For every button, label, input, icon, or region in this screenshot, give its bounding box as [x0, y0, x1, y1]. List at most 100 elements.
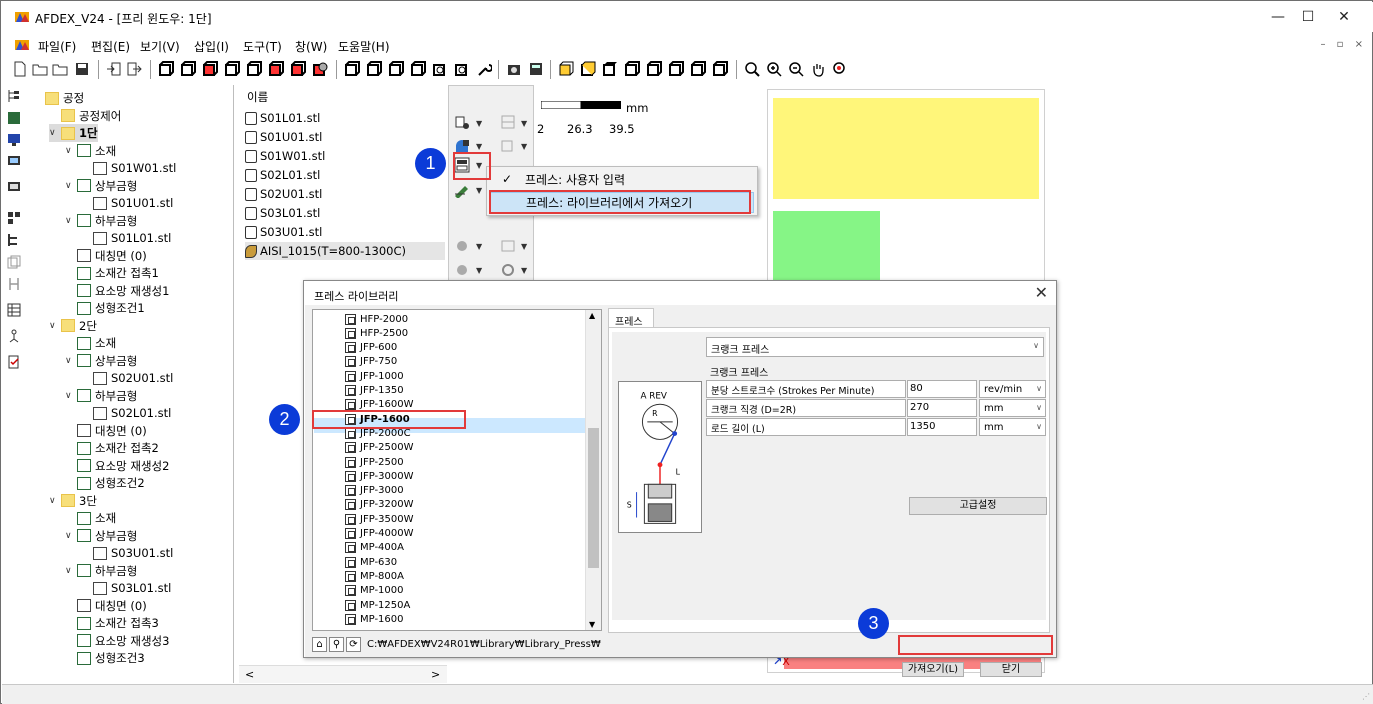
cube-view-icon[interactable]: [268, 61, 284, 77]
cube-view-icon[interactable]: [290, 61, 306, 77]
tree-item[interactable]: S02L01.stl: [81, 404, 171, 422]
tree-item[interactable]: 대칭면 (0): [65, 422, 147, 440]
press-library-item[interactable]: MP-400A: [345, 541, 404, 555]
cube-view-icon[interactable]: [366, 61, 382, 77]
tree-item[interactable]: 공정제어: [49, 107, 121, 125]
press-library-item[interactable]: JFP-4000W: [345, 527, 413, 541]
scroll-left-button[interactable]: <: [245, 668, 254, 681]
cube-view-icon[interactable]: [388, 61, 404, 77]
tree-item[interactable]: S01W01.stl: [81, 159, 176, 177]
file-list-item[interactable]: AISI_1015(T=800-1300C): [245, 242, 445, 260]
press-library-item[interactable]: JFP-3200W: [345, 498, 413, 512]
upper-die-shape[interactable]: [773, 98, 1039, 199]
dropdown-arrow-icon[interactable]: ▼: [521, 266, 527, 275]
gear-tool-icon[interactable]: [453, 238, 471, 254]
menu-edit[interactable]: 편집(E): [91, 38, 130, 55]
tree-item[interactable]: ∨ 상부금형: [65, 177, 137, 195]
resize-grip-icon[interactable]: ⋰: [1362, 692, 1370, 701]
check-doc-icon[interactable]: [7, 355, 21, 369]
tree-item[interactable]: ∨ 상부금형: [65, 527, 137, 545]
file-list-item[interactable]: S02U01.stl: [245, 185, 322, 203]
tree-item[interactable]: S02U01.stl: [81, 369, 173, 387]
dropdown-arrow-icon[interactable]: ▼: [521, 242, 527, 251]
copy-tool-icon[interactable]: [499, 138, 517, 154]
open-file-icon[interactable]: [32, 61, 48, 77]
import-icon[interactable]: [106, 61, 122, 77]
strokes-unit-select[interactable]: rev/min ∨: [979, 380, 1046, 398]
tab-press[interactable]: 프레스: [608, 308, 654, 328]
press-library-item[interactable]: MP-1000: [345, 584, 404, 598]
chevron-down-icon[interactable]: ∨: [65, 181, 77, 191]
cube-view-icon[interactable]: [202, 61, 218, 77]
rotate-view-icon[interactable]: [454, 61, 470, 77]
strokes-per-minute-input[interactable]: 80: [907, 380, 977, 398]
rod-length-unit-select[interactable]: mm ∨: [979, 418, 1046, 436]
zoom-fit-icon[interactable]: [744, 61, 760, 77]
figure-tool-icon[interactable]: [7, 329, 21, 343]
menu-item-press-user-input[interactable]: ✓ 프레스: 사용자 입력: [490, 169, 754, 190]
chevron-down-icon[interactable]: ∨: [49, 321, 61, 331]
chevron-down-icon[interactable]: ∨: [49, 496, 61, 506]
cube-view-icon[interactable]: [344, 61, 360, 77]
material-tool-icon[interactable]: [7, 111, 21, 125]
menu-insert[interactable]: 삽입(I): [194, 38, 229, 55]
tree-item[interactable]: S01U01.stl: [81, 194, 173, 212]
menu-file[interactable]: 파일(F): [38, 38, 76, 55]
press-library-item[interactable]: MP-800A: [345, 569, 404, 583]
rotate-view-icon[interactable]: [432, 61, 448, 77]
crank-diameter-input[interactable]: 270: [907, 399, 977, 417]
front-view-icon[interactable]: [558, 61, 574, 77]
split-icon[interactable]: [7, 277, 21, 291]
tree-item[interactable]: 소재: [65, 334, 116, 352]
press-library-item[interactable]: MP-1600: [345, 612, 404, 626]
name-column-header[interactable]: 이름: [247, 89, 268, 105]
chevron-down-icon[interactable]: ∨: [65, 531, 77, 541]
left-view-icon[interactable]: [646, 61, 662, 77]
monitor-icon[interactable]: [7, 133, 21, 147]
zoom-window-icon[interactable]: [788, 61, 804, 77]
advanced-settings-button[interactable]: 고급설정: [909, 497, 1047, 515]
die-setup-icon[interactable]: [453, 114, 471, 130]
sketch-tool-icon[interactable]: [453, 182, 471, 198]
tree-item[interactable]: S03L01.stl: [81, 579, 171, 597]
dropdown-arrow-icon[interactable]: ▼: [521, 142, 527, 151]
layout-icon[interactable]: [7, 211, 21, 225]
grid-tool-icon[interactable]: [7, 303, 21, 317]
press-library-item[interactable]: JFP-3000: [345, 484, 404, 498]
tree-item[interactable]: ∨ 하부금형: [65, 562, 137, 580]
file-list-item[interactable]: S01U01.stl: [245, 128, 322, 146]
dropdown-arrow-icon[interactable]: ▼: [476, 242, 482, 251]
tree-item[interactable]: 대칭면 (0): [65, 247, 147, 265]
minimize-button[interactable]: —: [1264, 6, 1292, 28]
rod-length-input[interactable]: 1350: [907, 418, 977, 436]
gear-tool-icon[interactable]: [453, 262, 471, 278]
chevron-down-icon[interactable]: ∨: [65, 356, 77, 366]
mesh-tool-icon[interactable]: [499, 238, 517, 254]
copy-icon[interactable]: [7, 255, 21, 269]
press-library-item[interactable]: JFP-750: [345, 355, 397, 369]
dropdown-arrow-icon[interactable]: ▼: [476, 186, 482, 195]
maximize-button[interactable]: ☐: [1294, 6, 1322, 28]
tree-item[interactable]: ∨ 2단: [49, 317, 97, 335]
tree-item[interactable]: ∨ 하부금형: [65, 387, 137, 405]
die-assembly-icon[interactable]: [499, 114, 517, 130]
calculator-icon[interactable]: [528, 61, 544, 77]
bottom-view-icon[interactable]: [624, 61, 640, 77]
search-icon[interactable]: ⚲: [329, 636, 344, 652]
workpiece-shape[interactable]: [773, 211, 880, 291]
display-icon[interactable]: [7, 155, 21, 169]
chevron-down-icon[interactable]: ∨: [65, 216, 77, 226]
tree-item[interactable]: ∨ 상부금형: [65, 352, 137, 370]
dropdown-arrow-icon[interactable]: ▼: [476, 119, 482, 128]
press-library-item[interactable]: HFP-2500: [345, 326, 408, 340]
screen-icon[interactable]: [7, 181, 21, 195]
wrench-icon[interactable]: [476, 61, 492, 77]
close-dialog-button[interactable]: 닫기: [980, 662, 1042, 677]
dropdown-arrow-icon[interactable]: ▼: [521, 119, 527, 128]
chevron-down-icon[interactable]: ∨: [49, 128, 61, 138]
shaded-view-icon[interactable]: [312, 61, 328, 77]
tree-item[interactable]: S01L01.stl: [81, 229, 171, 247]
scroll-up-icon[interactable]: ▲: [589, 311, 595, 320]
rotate-zoom-icon[interactable]: [832, 61, 848, 77]
tree-item[interactable]: 요소망 재생성1: [65, 282, 169, 300]
